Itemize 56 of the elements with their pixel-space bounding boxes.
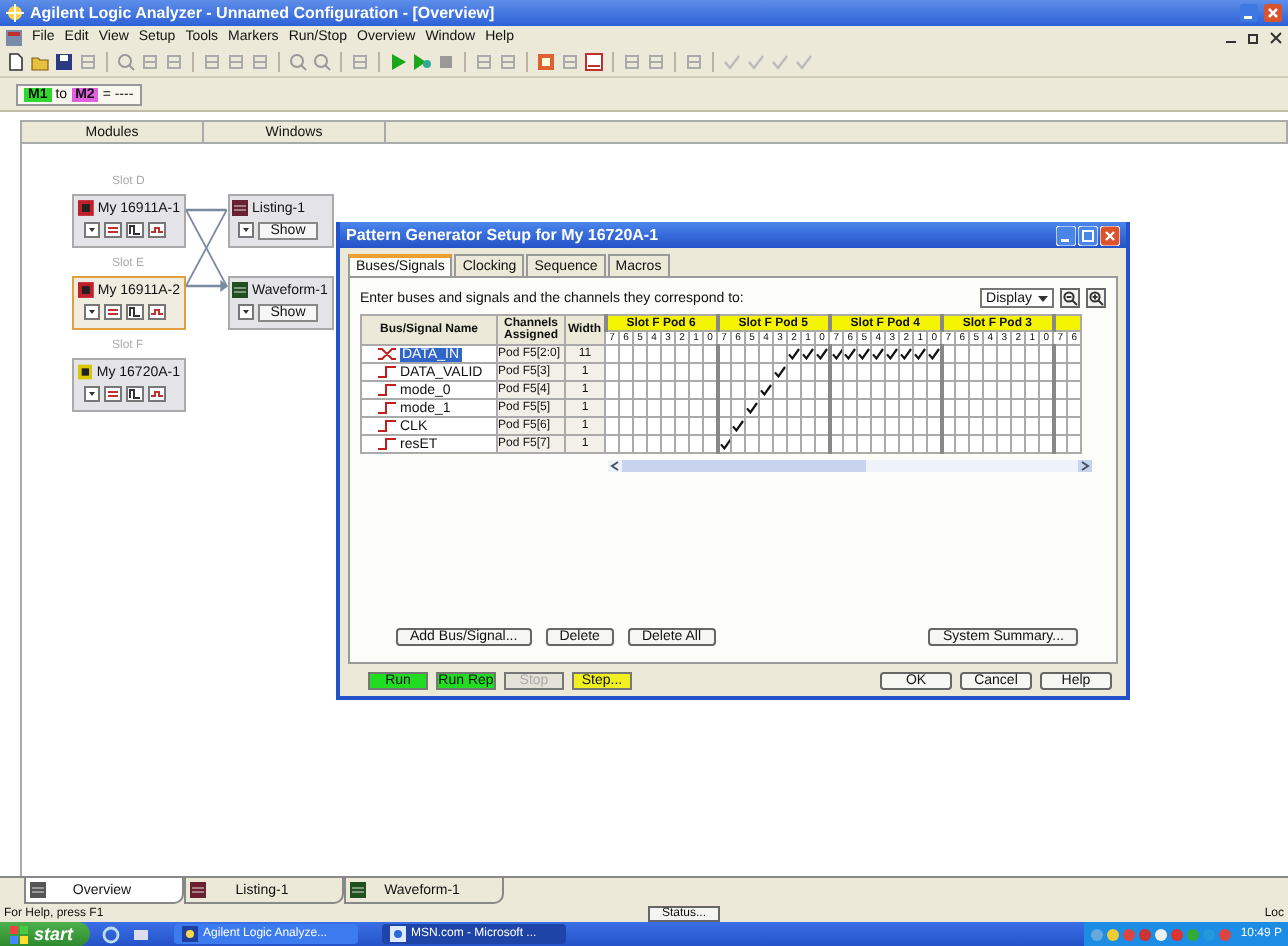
window-title: Agilent Logic Analyzer - Unnamed Configuration - [Overview] [30,4,495,22]
overview-icon [30,882,46,898]
dialog-title: Pattern Generator Setup for My 16720A-1 [346,226,659,244]
waveform-icon[interactable] [148,222,166,238]
listing-icon [190,882,206,898]
setup-icon[interactable] [104,304,122,320]
generator-icon [78,364,93,380]
restore-icon[interactable] [1248,31,1260,43]
trigger-icon[interactable] [126,222,144,238]
browser-icon[interactable] [101,925,120,943]
zoom-in-icon[interactable] [1086,288,1106,308]
dropdown-icon[interactable] [238,304,254,320]
analyzer-icon [78,200,94,216]
check-icon[interactable] [833,348,842,360]
horizontal-scrollbar[interactable] [608,460,1092,472]
waveform-icon[interactable] [148,386,166,402]
save-icon[interactable] [54,52,74,72]
document-icon [6,29,22,45]
caret-icon [1038,293,1048,303]
trigger-icon[interactable] [126,304,144,320]
dropdown-icon[interactable] [238,222,254,238]
app-icon [181,926,198,942]
trigger-icon[interactable] [126,386,144,402]
dropdown-icon[interactable] [84,386,100,402]
grid-cell[interactable] [941,345,956,363]
waveform-icon[interactable] [148,304,166,320]
waveform-icon [232,282,248,298]
module-icon[interactable] [536,52,556,72]
setup-icon[interactable] [104,222,122,238]
grid-cell[interactable] [717,345,732,363]
browser-icon [389,926,406,942]
listing-icon [232,200,248,216]
scroll-right-icon[interactable] [1078,460,1092,472]
waveform-icon [350,882,366,898]
desktop-icon[interactable] [131,925,150,943]
check-icon[interactable] [721,438,730,450]
maximize-icon[interactable] [1078,225,1098,245]
chart-icon[interactable] [584,52,604,72]
app-icon [6,4,24,22]
zoom-out-icon[interactable] [1060,288,1080,308]
new-file-icon[interactable] [6,52,26,72]
setup-icon[interactable] [104,386,122,402]
grid-cell[interactable] [1053,345,1068,363]
stop-icon[interactable] [436,52,456,72]
find-icon[interactable] [116,52,136,72]
close-icon[interactable] [1270,31,1282,43]
dropdown-icon[interactable] [84,304,100,320]
analyzer-icon [78,282,94,298]
pod-header [1053,315,1082,331]
dropdown-icon[interactable] [84,222,100,238]
grid-cell[interactable] [829,345,844,363]
play-repeat-icon[interactable] [412,52,432,72]
play-icon[interactable] [388,52,408,72]
bus-icon [378,348,396,360]
scroll-left-icon[interactable] [608,460,622,472]
windows-logo-icon [10,925,28,943]
